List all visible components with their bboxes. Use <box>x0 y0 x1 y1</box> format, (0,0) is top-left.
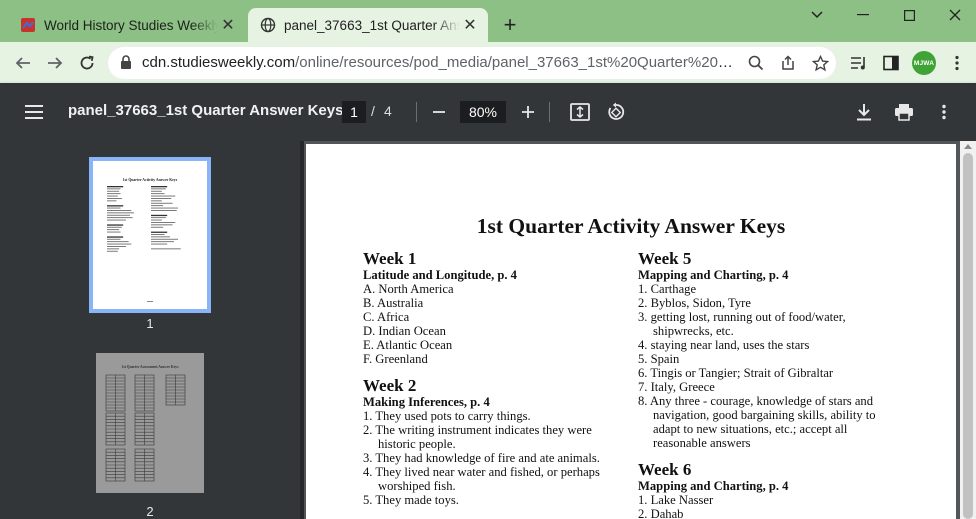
window-close-icon[interactable] <box>932 0 976 30</box>
studies-weekly-favicon <box>21 18 35 32</box>
url-host: cdn.studiesweekly.com <box>142 54 296 71</box>
page-separator: / <box>371 103 375 119</box>
document-viewport[interactable]: 1st Quarter Activity Answer Keys Week 1 … <box>304 141 960 519</box>
answer-list: 1. Lake Nasser 2. Dahab <box>638 493 900 519</box>
tab-search-chevron-icon[interactable] <box>794 0 840 30</box>
scrollbar-thumb[interactable] <box>963 153 973 519</box>
page-heading: 1st Quarter Activity Answer Keys <box>476 214 786 238</box>
thumbnail-page-2-preview: 1st Quarter Assessment Answer Keys <box>96 353 204 493</box>
thumbnail-page-1-preview: 1st Quarter Activity Answer Keys <box>93 161 207 309</box>
week-heading: Week 5 <box>638 249 692 268</box>
toolbar-divider <box>416 102 417 122</box>
answer-item: E. Atlantic Ocean <box>363 338 453 352</box>
rotate-icon[interactable] <box>603 99 629 125</box>
tab-title: World History Studies Weekly (Gr <box>44 17 218 33</box>
activity-subtitle: Making Inferences, p. 4 <box>363 395 490 409</box>
document-scrollbar[interactable] <box>960 141 976 519</box>
url-path: /online/resources/pod_media/panel_37663_… <box>295 54 734 71</box>
browser-toolbar: cdn.studiesweekly.com/online/resources/p… <box>0 42 976 83</box>
maximize-icon[interactable] <box>886 0 932 30</box>
left-column: Week 1 Latitude and Longitude, p. 4 A. N… <box>363 249 625 508</box>
more-vertical-icon[interactable] <box>942 48 972 78</box>
url-text[interactable]: cdn.studiesweekly.com/online/resources/p… <box>142 54 734 71</box>
answer-item: 3. They had knowledge of fire and ate an… <box>363 451 600 465</box>
answer-item: C. Africa <box>363 310 410 324</box>
activity-subtitle: Mapping and Charting, p. 4 <box>638 479 789 493</box>
zoom-level-input[interactable]: 80% <box>460 101 506 123</box>
scroll-up-arrow-icon[interactable] <box>964 144 972 149</box>
minimize-icon[interactable] <box>840 0 886 30</box>
download-icon[interactable] <box>851 99 877 125</box>
thumbnail-page-2[interactable]: 1st Quarter Assessment Answer Keys <box>92 349 208 497</box>
page-total: 4 <box>384 103 392 119</box>
forward-arrow-icon[interactable] <box>40 48 70 78</box>
zoom-magnifier-icon[interactable] <box>745 53 767 73</box>
pdf-more-vertical-icon[interactable] <box>931 99 957 125</box>
tab-world-history[interactable]: World History Studies Weekly (Gr ✕ <box>8 8 246 42</box>
close-icon[interactable]: ✕ <box>218 15 238 35</box>
activity-subtitle: Mapping and Charting, p. 4 <box>638 268 789 282</box>
address-bar[interactable]: cdn.studiesweekly.com/online/resources/p… <box>108 47 836 79</box>
answer-item: 4. They lived near water and fished, or … <box>363 465 600 493</box>
right-column: Week 5 Mapping and Charting, p. 4 1. Car… <box>638 250 900 519</box>
svg-text:1st Quarter Activity Answer Ke: 1st Quarter Activity Answer Keys <box>123 178 178 182</box>
bookmark-star-icon[interactable] <box>809 53 831 73</box>
globe-icon <box>260 17 276 33</box>
pdf-page: 1st Quarter Activity Answer Keys Week 1 … <box>306 144 956 519</box>
thumbnail-sidebar: 1st Quarter Activity Answer Keys 1 1st Q… <box>0 141 300 519</box>
close-icon[interactable]: ✕ <box>460 15 480 35</box>
lock-icon <box>121 55 131 69</box>
answer-item: 3. getting lost, running out of food/wat… <box>638 310 846 338</box>
answer-item: 5. Spain <box>638 352 680 366</box>
thumbnail-page-1[interactable]: 1st Quarter Activity Answer Keys <box>89 157 211 313</box>
svg-text:1st Quarter Assessment Answer: 1st Quarter Assessment Answer Keys <box>122 365 180 369</box>
week-heading: Week 1 <box>363 249 417 268</box>
back-arrow-icon[interactable] <box>8 48 38 78</box>
answer-item: B. Australia <box>363 296 424 310</box>
answer-list: 1. They used pots to carry things. 2. The… <box>363 409 625 507</box>
hamburger-menu-icon[interactable] <box>22 100 46 124</box>
answer-item: 1. Lake Nasser <box>638 493 714 507</box>
answer-item: 6. Tingis or Tangier; Strait of Gibralta… <box>638 366 834 380</box>
print-icon[interactable] <box>891 99 917 125</box>
answer-item: D. Indian Ocean <box>363 324 446 338</box>
activity-subtitle: Latitude and Longitude, p. 4 <box>363 268 517 282</box>
page-number-input[interactable]: 1 <box>342 101 366 123</box>
browser-tab-strip: World History Studies Weekly (Gr ✕ panel… <box>0 0 976 42</box>
answer-item: 2. The writing instrument indicates they… <box>363 423 592 451</box>
week-heading: Week 2 <box>363 376 417 395</box>
thumbnail-label: 2 <box>146 504 154 519</box>
answer-item: F. Greenland <box>363 352 428 366</box>
week-heading: Week 6 <box>638 460 692 479</box>
pdf-toolbar: panel_37663_1st Quarter Answer Keys.... … <box>0 83 976 141</box>
answer-item: 5. They made toys. <box>363 493 459 507</box>
side-panel-icon[interactable] <box>876 48 906 78</box>
answer-item: 2. Dahab <box>638 507 684 519</box>
answer-item: 4. staying near land, uses the stars <box>638 338 810 352</box>
document-title: panel_37663_1st Quarter Answer Keys.... <box>68 102 361 119</box>
answer-list: A. North America B. Australia C. Africa D. … <box>363 282 625 366</box>
profile-avatar[interactable]: MJWA <box>912 51 936 75</box>
answer-item: 2. Byblos, Sidon, Tyre <box>638 296 751 310</box>
zoom-in-plus-icon[interactable] <box>515 99 541 125</box>
answer-item: 1. Carthage <box>638 282 697 296</box>
reading-list-icon[interactable] <box>844 48 874 78</box>
answer-item: A. North America <box>363 282 454 296</box>
answer-item: 7. Italy, Greece <box>638 380 715 394</box>
zoom-out-minus-icon[interactable] <box>426 99 452 125</box>
answer-item: 1. They used pots to carry things. <box>363 409 531 423</box>
tab-pdf-answer-keys[interactable]: panel_37663_1st Quarter Answer Keys ✕ <box>248 8 488 42</box>
answer-list: 1. Carthage 2. Byblos, Sidon, Tyre 3. gett… <box>638 282 900 450</box>
thumbnail-label: 1 <box>146 316 154 331</box>
toolbar-divider <box>549 102 550 122</box>
reload-icon[interactable] <box>72 48 102 78</box>
answer-item: 8. Any three - courage, knowledge of sta… <box>638 394 876 450</box>
share-icon[interactable] <box>777 53 799 73</box>
fit-to-page-icon[interactable] <box>567 99 593 125</box>
new-tab-plus-icon[interactable]: + <box>498 12 522 37</box>
tab-title: panel_37663_1st Quarter Answer Keys <box>284 17 460 33</box>
